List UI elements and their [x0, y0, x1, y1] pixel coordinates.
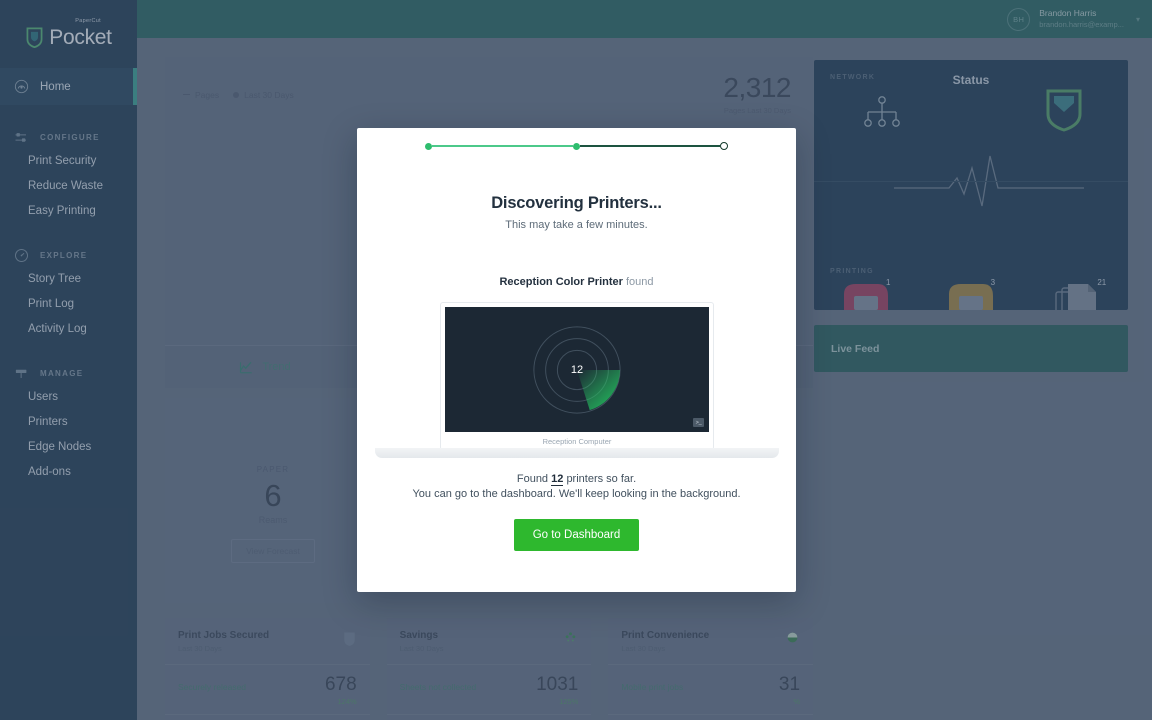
found-printer-suffix: found [626, 276, 654, 288]
step-dot-3[interactable] [720, 142, 728, 150]
laptop-screen: 12 >_ [445, 307, 709, 432]
step-dot-2[interactable] [573, 143, 580, 150]
discovering-printers-modal: Discovering Printers... This may take a … [357, 128, 796, 592]
laptop-illustration: 12 >_ Reception Computer [357, 302, 796, 467]
step-line-2 [580, 145, 721, 147]
modal-subtitle: This may take a few minutes. [357, 219, 796, 231]
footer-found-line: Found 12 printers so far. [357, 473, 796, 485]
found-printer-line: Reception Color Printer found [357, 276, 796, 288]
step-line-1 [432, 145, 573, 147]
footer-pre: Found [517, 473, 548, 485]
go-to-dashboard-button[interactable]: Go to Dashboard [514, 519, 640, 551]
radar-count: 12 [571, 364, 583, 376]
step-dot-1[interactable] [425, 143, 432, 150]
footer-count: 12 [551, 473, 563, 486]
laptop-caption: Reception Computer [441, 437, 713, 446]
footer-note: You can go to the dashboard. We'll keep … [357, 488, 796, 500]
laptop-base [375, 448, 779, 458]
found-printer-name: Reception Color Printer [499, 276, 622, 288]
progress-stepper [357, 128, 796, 150]
footer-post: printers so far. [566, 473, 636, 485]
terminal-icon[interactable]: >_ [693, 418, 704, 427]
modal-title: Discovering Printers... [357, 194, 796, 213]
